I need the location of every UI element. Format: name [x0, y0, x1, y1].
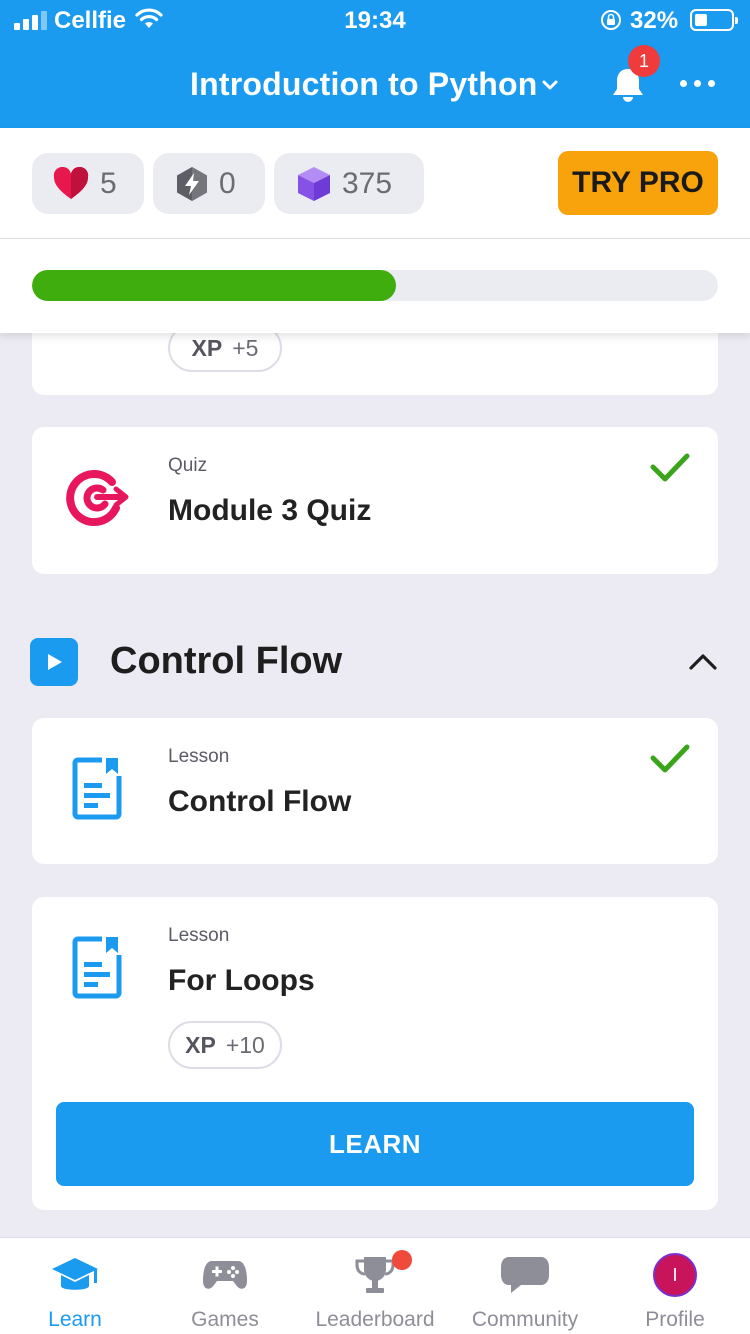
header-title-row: Introduction to Python 1 [0, 45, 750, 110]
play-icon [30, 638, 78, 686]
battery-percent: 32% [630, 7, 679, 34]
xp-value: +5 [232, 334, 259, 361]
course-progress-bar [32, 270, 718, 301]
nav-label: Community [471, 1308, 579, 1331]
divider [0, 238, 750, 239]
lightning-hexagon-icon [177, 166, 207, 201]
chevron-down-icon[interactable] [540, 78, 560, 92]
chevron-up-icon[interactable] [688, 652, 718, 672]
gems-counter[interactable]: 375 [274, 153, 424, 214]
section-title: Control Flow [110, 640, 343, 682]
bottom-navigation: Learn Games Leaderboard Community I Prof… [0, 1237, 750, 1334]
bolts-counter[interactable]: 0 [153, 153, 265, 214]
chat-bubble-icon [450, 1252, 600, 1298]
quiz-card[interactable]: Quiz Module 3 Quiz [32, 427, 718, 574]
status-bar: Cellfie 19:34 32% [0, 0, 750, 40]
lesson-card-control-flow[interactable]: Lesson Control Flow [32, 718, 718, 864]
notification-badge: 1 [628, 45, 660, 77]
nav-label: Leaderboard [315, 1308, 435, 1331]
nav-tab-learn[interactable]: Learn [0, 1238, 150, 1334]
card-type-label: Lesson [168, 746, 230, 767]
course-progress-fill [32, 270, 396, 301]
card-type-label: Quiz [168, 455, 208, 476]
notification-dot [392, 1250, 412, 1270]
nav-tab-leaderboard[interactable]: Leaderboard [300, 1238, 450, 1334]
card-title: Control Flow [168, 785, 352, 818]
gamepad-icon [150, 1252, 300, 1298]
target-icon [62, 459, 132, 534]
avatar: I [600, 1252, 750, 1298]
checkmark-icon [650, 744, 690, 773]
card-type-label: Lesson [168, 925, 230, 946]
nav-label: Learn [48, 1308, 102, 1331]
graduation-cap-icon [0, 1252, 150, 1298]
try-pro-button[interactable]: TRY PRO [558, 151, 718, 215]
profile-avatar: I [653, 1253, 697, 1297]
card-title: Module 3 Quiz [168, 494, 372, 527]
lesson-document-icon [62, 929, 132, 1004]
gem-cube-icon [298, 166, 330, 201]
battery-icon [690, 9, 738, 31]
card-title: For Loops [168, 964, 315, 997]
checkmark-icon [650, 453, 690, 482]
rotation-lock-icon [601, 10, 621, 30]
xp-value: +10 [225, 1031, 265, 1058]
section-header-control-flow[interactable]: Control Flow [0, 630, 750, 700]
nav-label: Games [191, 1308, 259, 1331]
hearts-count: 5 [100, 166, 117, 200]
nav-tab-profile[interactable]: I Profile [600, 1238, 750, 1334]
gems-count: 375 [342, 166, 393, 200]
top-bar: Cellfie 19:34 32% Introduction to Python… [0, 0, 750, 128]
xp-chip: XP +10 [168, 1021, 282, 1069]
course-title[interactable]: Introduction to Python [190, 66, 537, 103]
learn-button[interactable]: LEARN [56, 1102, 694, 1186]
trophy-icon [300, 1252, 450, 1298]
more-options-icon[interactable] [680, 80, 715, 87]
hearts-counter[interactable]: 5 [32, 153, 144, 214]
bolts-count: 0 [219, 166, 236, 200]
nav-tab-games[interactable]: Games [150, 1238, 300, 1334]
lesson-card-for-loops[interactable]: Lesson For Loops XP +10 LEARN [32, 897, 718, 1210]
nav-label: Profile [645, 1308, 705, 1331]
nav-tab-community[interactable]: Community [450, 1238, 600, 1334]
lesson-document-icon [62, 750, 132, 825]
stats-panel: 5 0 375 TRY PRO [0, 128, 750, 333]
heart-icon [53, 166, 89, 199]
